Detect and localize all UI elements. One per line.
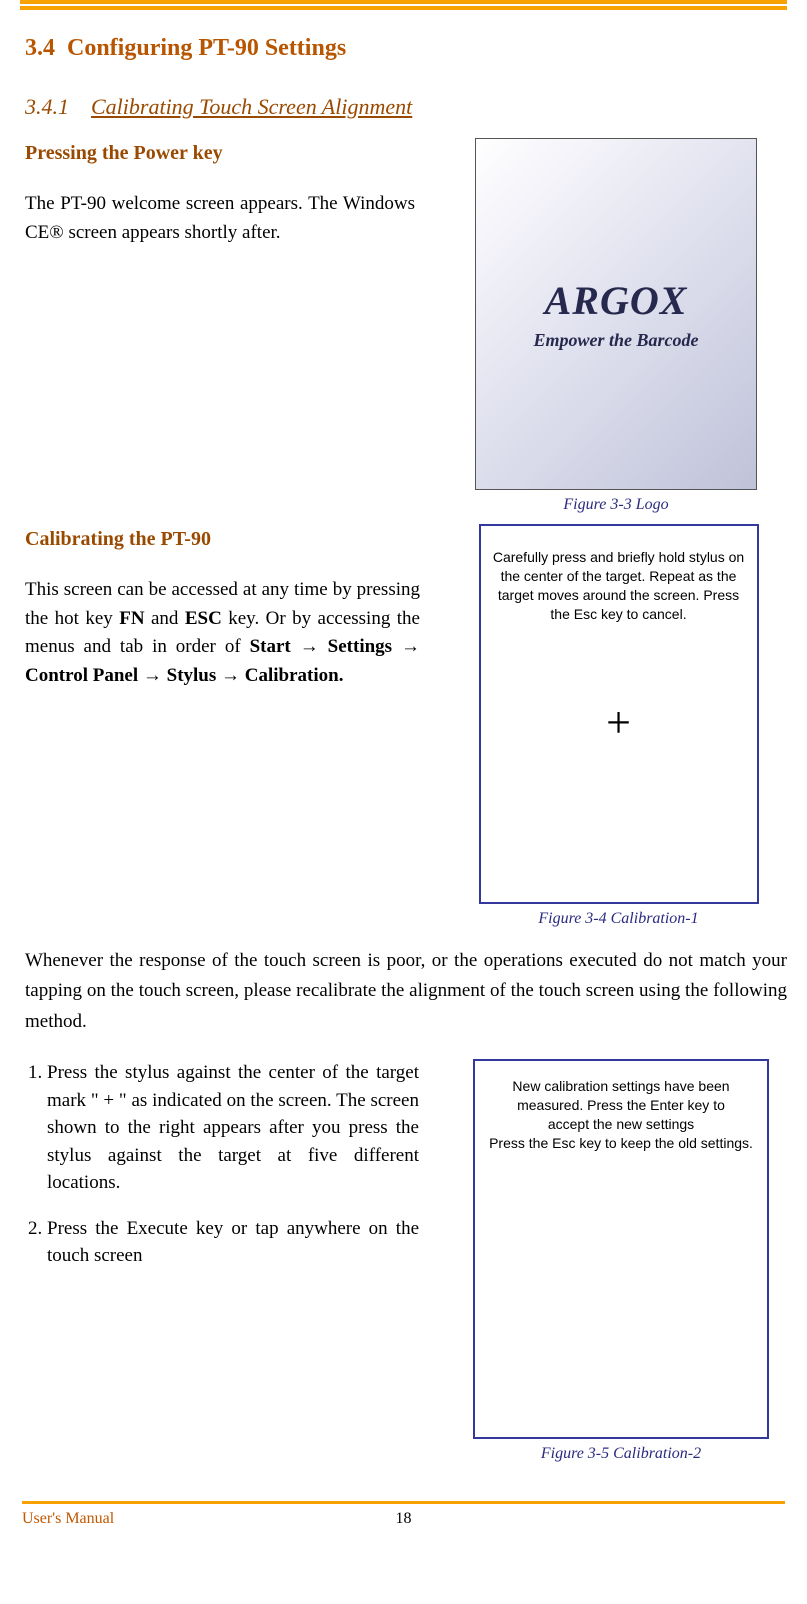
calib-mid1: and	[145, 608, 185, 629]
calib2-l3: accept the new settings	[548, 1116, 694, 1132]
calib-heading: Calibrating the PT-90	[25, 524, 420, 554]
header-rule	[20, 0, 787, 10]
page-content: 3.4 Configuring PT-90 Settings 3.4.1 Cal…	[0, 10, 807, 1483]
figure-calib2-caption: Figure 3-5 Calibration-2	[541, 1445, 701, 1463]
footer-rule	[22, 1501, 785, 1504]
calib-paragraph: This screen can be accessed at any time …	[25, 576, 420, 690]
key-fn: FN	[119, 608, 144, 629]
arrow-icon: →	[401, 636, 420, 657]
block-power-text: Pressing the Power key The PT-90 welcome…	[25, 138, 415, 247]
arrow-icon: →	[143, 665, 162, 686]
page-footer: User's Manual 18	[0, 1510, 807, 1548]
arrow-icon: →	[300, 636, 319, 657]
figure-calib1: Carefully press and briefly hold stylus …	[479, 524, 759, 904]
figure-calib1-wrap: Carefully press and briefly hold stylus …	[450, 524, 787, 928]
figure-calib2-wrap: New calibration settings have been measu…	[455, 1059, 787, 1463]
figure-logo-caption: Figure 3-3 Logo	[563, 496, 668, 514]
calib2-l4: Press the Esc key to keep the old settin…	[489, 1135, 753, 1151]
nav-start: Start	[250, 636, 291, 657]
subsection-heading: 3.4.1 Calibrating Touch Screen Alignment	[25, 94, 787, 120]
calib2-l1: New calibration settings have been	[512, 1078, 729, 1094]
block-power-key: Pressing the Power key The PT-90 welcome…	[25, 138, 787, 514]
nav-calibration: Calibration.	[245, 665, 344, 686]
logo-tagline: Empower the Barcode	[534, 330, 699, 351]
subsection-title: Calibrating Touch Screen Alignment	[91, 94, 412, 120]
arrow-icon: →	[221, 665, 240, 686]
block-calibrating: Calibrating the PT-90 This screen can be…	[25, 524, 787, 928]
step-1: Press the stylus against the center of t…	[47, 1059, 425, 1197]
nav-settings: Settings	[328, 636, 392, 657]
recalibrate-paragraph: Whenever the response of the touch scree…	[25, 946, 787, 1037]
calib-text-col: Calibrating the PT-90 This screen can be…	[25, 524, 420, 690]
calib2-l2: measured. Press the Enter key to	[517, 1097, 725, 1113]
block-steps: Press the stylus against the center of t…	[25, 1059, 787, 1463]
figure-calib2: New calibration settings have been measu…	[473, 1059, 769, 1439]
section-heading: 3.4 Configuring PT-90 Settings	[25, 35, 787, 62]
crosshair-icon: +	[606, 701, 631, 745]
footer-text: User's Manual	[22, 1510, 114, 1528]
steps-list: Press the stylus against the center of t…	[25, 1059, 425, 1270]
figure-logo-wrap: ARGOX Empower the Barcode Figure 3-3 Log…	[445, 138, 787, 514]
steps-col: Press the stylus against the center of t…	[25, 1059, 425, 1288]
nav-control-panel: Control Panel	[25, 665, 138, 686]
footer-spacer	[781, 1510, 785, 1528]
figure-calib1-caption: Figure 3-4 Calibration-1	[538, 910, 698, 928]
section-number: 3.4	[25, 35, 55, 61]
power-heading: Pressing the Power key	[25, 138, 415, 168]
key-esc: ESC	[185, 608, 222, 629]
page-number: 18	[396, 1510, 412, 1528]
logo-brand-text: ARGOX	[545, 277, 688, 324]
step-2: Press the Execute key or tap anywhere on…	[47, 1215, 425, 1270]
nav-stylus: Stylus	[167, 665, 217, 686]
subsection-number: 3.4.1	[25, 94, 69, 120]
calib1-msg: Carefully press and briefly hold stylus …	[481, 548, 757, 624]
calib2-msg: New calibration settings have been measu…	[485, 1077, 757, 1153]
section-title: Configuring PT-90 Settings	[67, 35, 346, 61]
power-paragraph: The PT-90 welcome screen appears. The Wi…	[25, 190, 415, 247]
figure-logo: ARGOX Empower the Barcode	[475, 138, 757, 490]
